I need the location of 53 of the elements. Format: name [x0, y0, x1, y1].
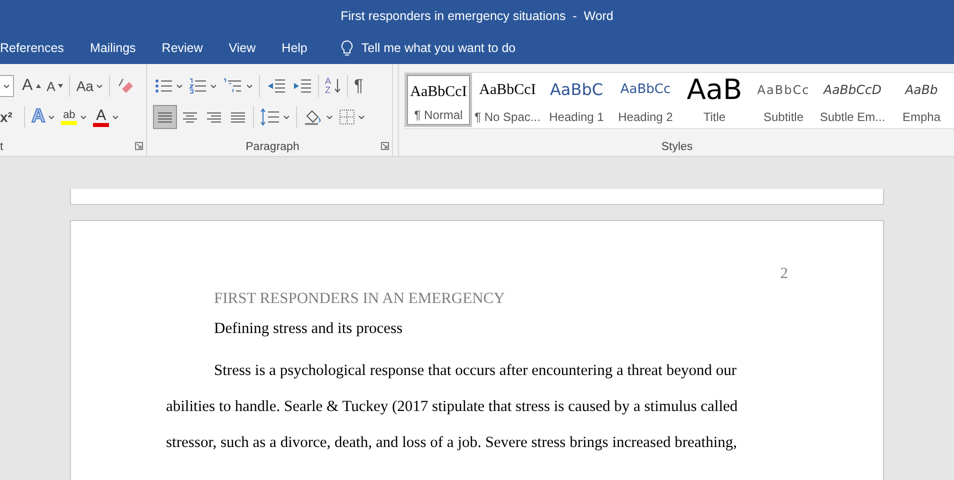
body-paragraph: Stress is a psychological response that occurs after encountering a threat beyond our abilities to handle. Searle & Tuckey (2017 stipulate that stress is caused by a stimulus called stressor, such as a divorce, death, and loss of a job. Severe stress brings increased breathing, [166, 361, 739, 453]
increase-indent-icon [292, 78, 312, 94]
grow-font-button[interactable]: A [20, 74, 43, 98]
tell-me-field[interactable]: Tell me what you want to do [361, 41, 516, 55]
borders-icon [339, 109, 355, 125]
caret-icon [358, 114, 365, 120]
show-marks-button[interactable]: ¶ [352, 74, 366, 98]
ribbon-tab[interactable]: Mailings [90, 41, 136, 55]
running-head: FIRST RESPONDERS IN AN EMERGENCY [214, 289, 506, 309]
caret-icon [283, 114, 290, 120]
font-color-swatch [93, 122, 110, 126]
caret-icon [3, 84, 10, 88]
page-number: 2 [780, 265, 788, 284]
dialog-launcher-icon[interactable] [135, 142, 143, 150]
decrease-indent-icon [266, 78, 286, 94]
caret-icon [210, 84, 217, 88]
line-spacing-icon [260, 108, 280, 126]
align-left-button[interactable] [153, 105, 177, 129]
group-label: t [0, 141, 4, 153]
ribbon-tab[interactable]: References [0, 41, 64, 55]
caret-icon [112, 114, 120, 120]
superscript-button[interactable]: x² [0, 105, 12, 129]
caret-icon [246, 84, 253, 88]
font-size-dropdown[interactable] [0, 75, 14, 97]
caret-icon [48, 114, 56, 120]
multilevel-list-icon [223, 78, 243, 94]
arrow-down-icon [334, 78, 342, 94]
group-label: Styles [661, 141, 693, 153]
caret-down-icon [58, 84, 64, 88]
highlight-swatch [61, 121, 78, 125]
lightbulb-icon [341, 40, 354, 56]
section-heading: Defining stress and its process [214, 319, 404, 339]
bullet-list-icon [155, 78, 173, 94]
font-color-button[interactable]: A [91, 105, 122, 129]
sort-button[interactable]: A Z [323, 74, 344, 98]
caret-icon [96, 84, 104, 88]
caret-icon [326, 114, 333, 120]
window-title: First responders in emergency situations - Word [340, 9, 614, 23]
caret-up-icon [36, 84, 41, 88]
caret-icon [80, 114, 88, 120]
eraser-icon [116, 77, 134, 95]
dialog-launcher-icon[interactable] [381, 142, 389, 150]
ribbon-tab[interactable]: Help [282, 41, 308, 55]
change-case-button[interactable]: Aa [74, 74, 106, 98]
paint-bucket-icon [303, 108, 323, 126]
caret-icon [176, 84, 183, 88]
ribbon-tab[interactable]: Review [162, 41, 203, 55]
highlight-button[interactable]: ab [59, 105, 90, 129]
style-option[interactable]: AaBbCcI ¶ Normal [405, 73, 472, 127]
shrink-font-button[interactable]: A [44, 74, 66, 98]
numbered-list-icon [189, 78, 207, 94]
ribbon-tab[interactable]: View [228, 41, 256, 55]
group-label: Paragraph [246, 141, 300, 153]
